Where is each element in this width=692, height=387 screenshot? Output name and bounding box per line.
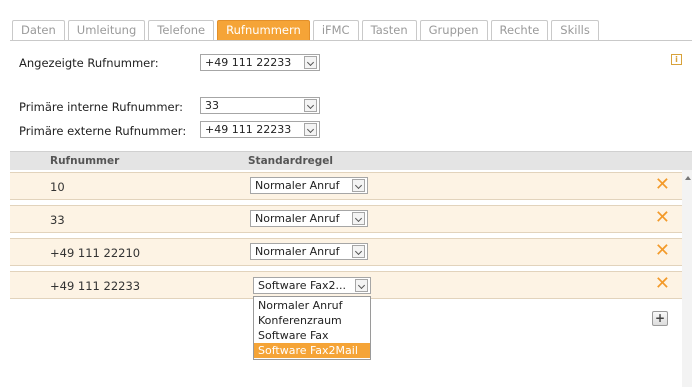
- scroll-up-icon[interactable]: [685, 176, 691, 180]
- rule-select[interactable]: Normaler Anruf: [250, 177, 368, 194]
- dropdown-option-normal-call[interactable]: Normaler Anruf: [254, 298, 370, 313]
- tab-umleitung[interactable]: Umleitung: [67, 20, 146, 41]
- info-icon[interactable]: i: [671, 54, 682, 65]
- primary-internal-value: 33: [205, 99, 219, 112]
- tab-tasten[interactable]: Tasten: [361, 20, 417, 41]
- rule-select[interactable]: Normaler Anruf: [250, 243, 368, 260]
- rule-dropdown-list: Normaler Anruf Konferenzraum Software Fa…: [253, 296, 371, 360]
- add-number-button[interactable]: +: [652, 311, 668, 326]
- dropdown-option-software-fax[interactable]: Software Fax: [254, 328, 370, 343]
- chevron-down-icon[interactable]: [304, 56, 317, 69]
- chevron-down-icon[interactable]: [304, 123, 317, 136]
- tab-daten[interactable]: Daten: [12, 20, 65, 41]
- displayed-number-value: +49 111 22233: [205, 56, 292, 69]
- tab-telefone[interactable]: Telefone: [148, 20, 215, 41]
- tab-skills[interactable]: Skills: [551, 20, 599, 41]
- chevron-down-icon[interactable]: [352, 245, 365, 258]
- delete-icon[interactable]: ✕: [655, 175, 670, 195]
- chevron-down-icon[interactable]: [352, 179, 365, 192]
- table-row: +49 111 22233 Software Fax2... ✕: [10, 271, 682, 299]
- chevron-down-icon[interactable]: [355, 279, 368, 292]
- primary-internal-label: Primäre interne Rufnummer:: [19, 100, 183, 114]
- tab-bar: Daten Umleitung Telefone Rufnummern iFMC…: [12, 20, 599, 41]
- tab-ifmc[interactable]: iFMC: [312, 20, 359, 41]
- column-header-number: Rufnummer: [50, 155, 120, 167]
- displayed-number-select[interactable]: +49 111 22233: [200, 54, 320, 71]
- row-number: 10: [50, 180, 65, 194]
- chevron-down-icon[interactable]: [304, 99, 317, 112]
- tab-rufnummern[interactable]: Rufnummern: [217, 20, 310, 41]
- table-row: +49 111 22210 Normaler Anruf ✕: [10, 238, 682, 266]
- rule-value: Software Fax2...: [258, 279, 347, 292]
- displayed-number-label: Angezeigte Rufnummer:: [19, 56, 159, 70]
- row-number: +49 111 22233: [50, 279, 141, 293]
- rule-value: Normaler Anruf: [255, 179, 340, 192]
- delete-icon[interactable]: ✕: [655, 274, 670, 294]
- row-number: +49 111 22210: [50, 246, 141, 260]
- dropdown-option-conference-room[interactable]: Konferenzraum: [254, 313, 370, 328]
- table-row: 10 Normaler Anruf ✕: [10, 172, 682, 200]
- tab-rechte[interactable]: Rechte: [490, 20, 549, 41]
- delete-icon[interactable]: ✕: [655, 241, 670, 261]
- column-header-rule: Standardregel: [248, 155, 333, 167]
- delete-icon[interactable]: ✕: [655, 208, 670, 228]
- dropdown-option-software-fax2mail[interactable]: Software Fax2Mail: [254, 343, 370, 358]
- rule-select[interactable]: Normaler Anruf: [250, 210, 368, 227]
- rule-select[interactable]: Software Fax2...: [253, 277, 371, 294]
- rule-value: Normaler Anruf: [255, 212, 340, 225]
- table-row: 33 Normaler Anruf ✕: [10, 205, 682, 233]
- rule-value: Normaler Anruf: [255, 245, 340, 258]
- tab-divider: [10, 40, 692, 41]
- chevron-down-icon[interactable]: [352, 212, 365, 225]
- row-number: 33: [50, 213, 65, 227]
- primary-external-value: +49 111 22233: [205, 123, 292, 136]
- grid-header: Rufnummer Standardregel: [10, 151, 692, 170]
- primary-internal-select[interactable]: 33: [200, 97, 320, 114]
- tab-gruppen[interactable]: Gruppen: [419, 20, 488, 41]
- primary-external-select[interactable]: +49 111 22233: [200, 121, 320, 138]
- vertical-scrollbar[interactable]: [682, 170, 692, 387]
- primary-external-label: Primäre externe Rufnummer:: [19, 124, 187, 138]
